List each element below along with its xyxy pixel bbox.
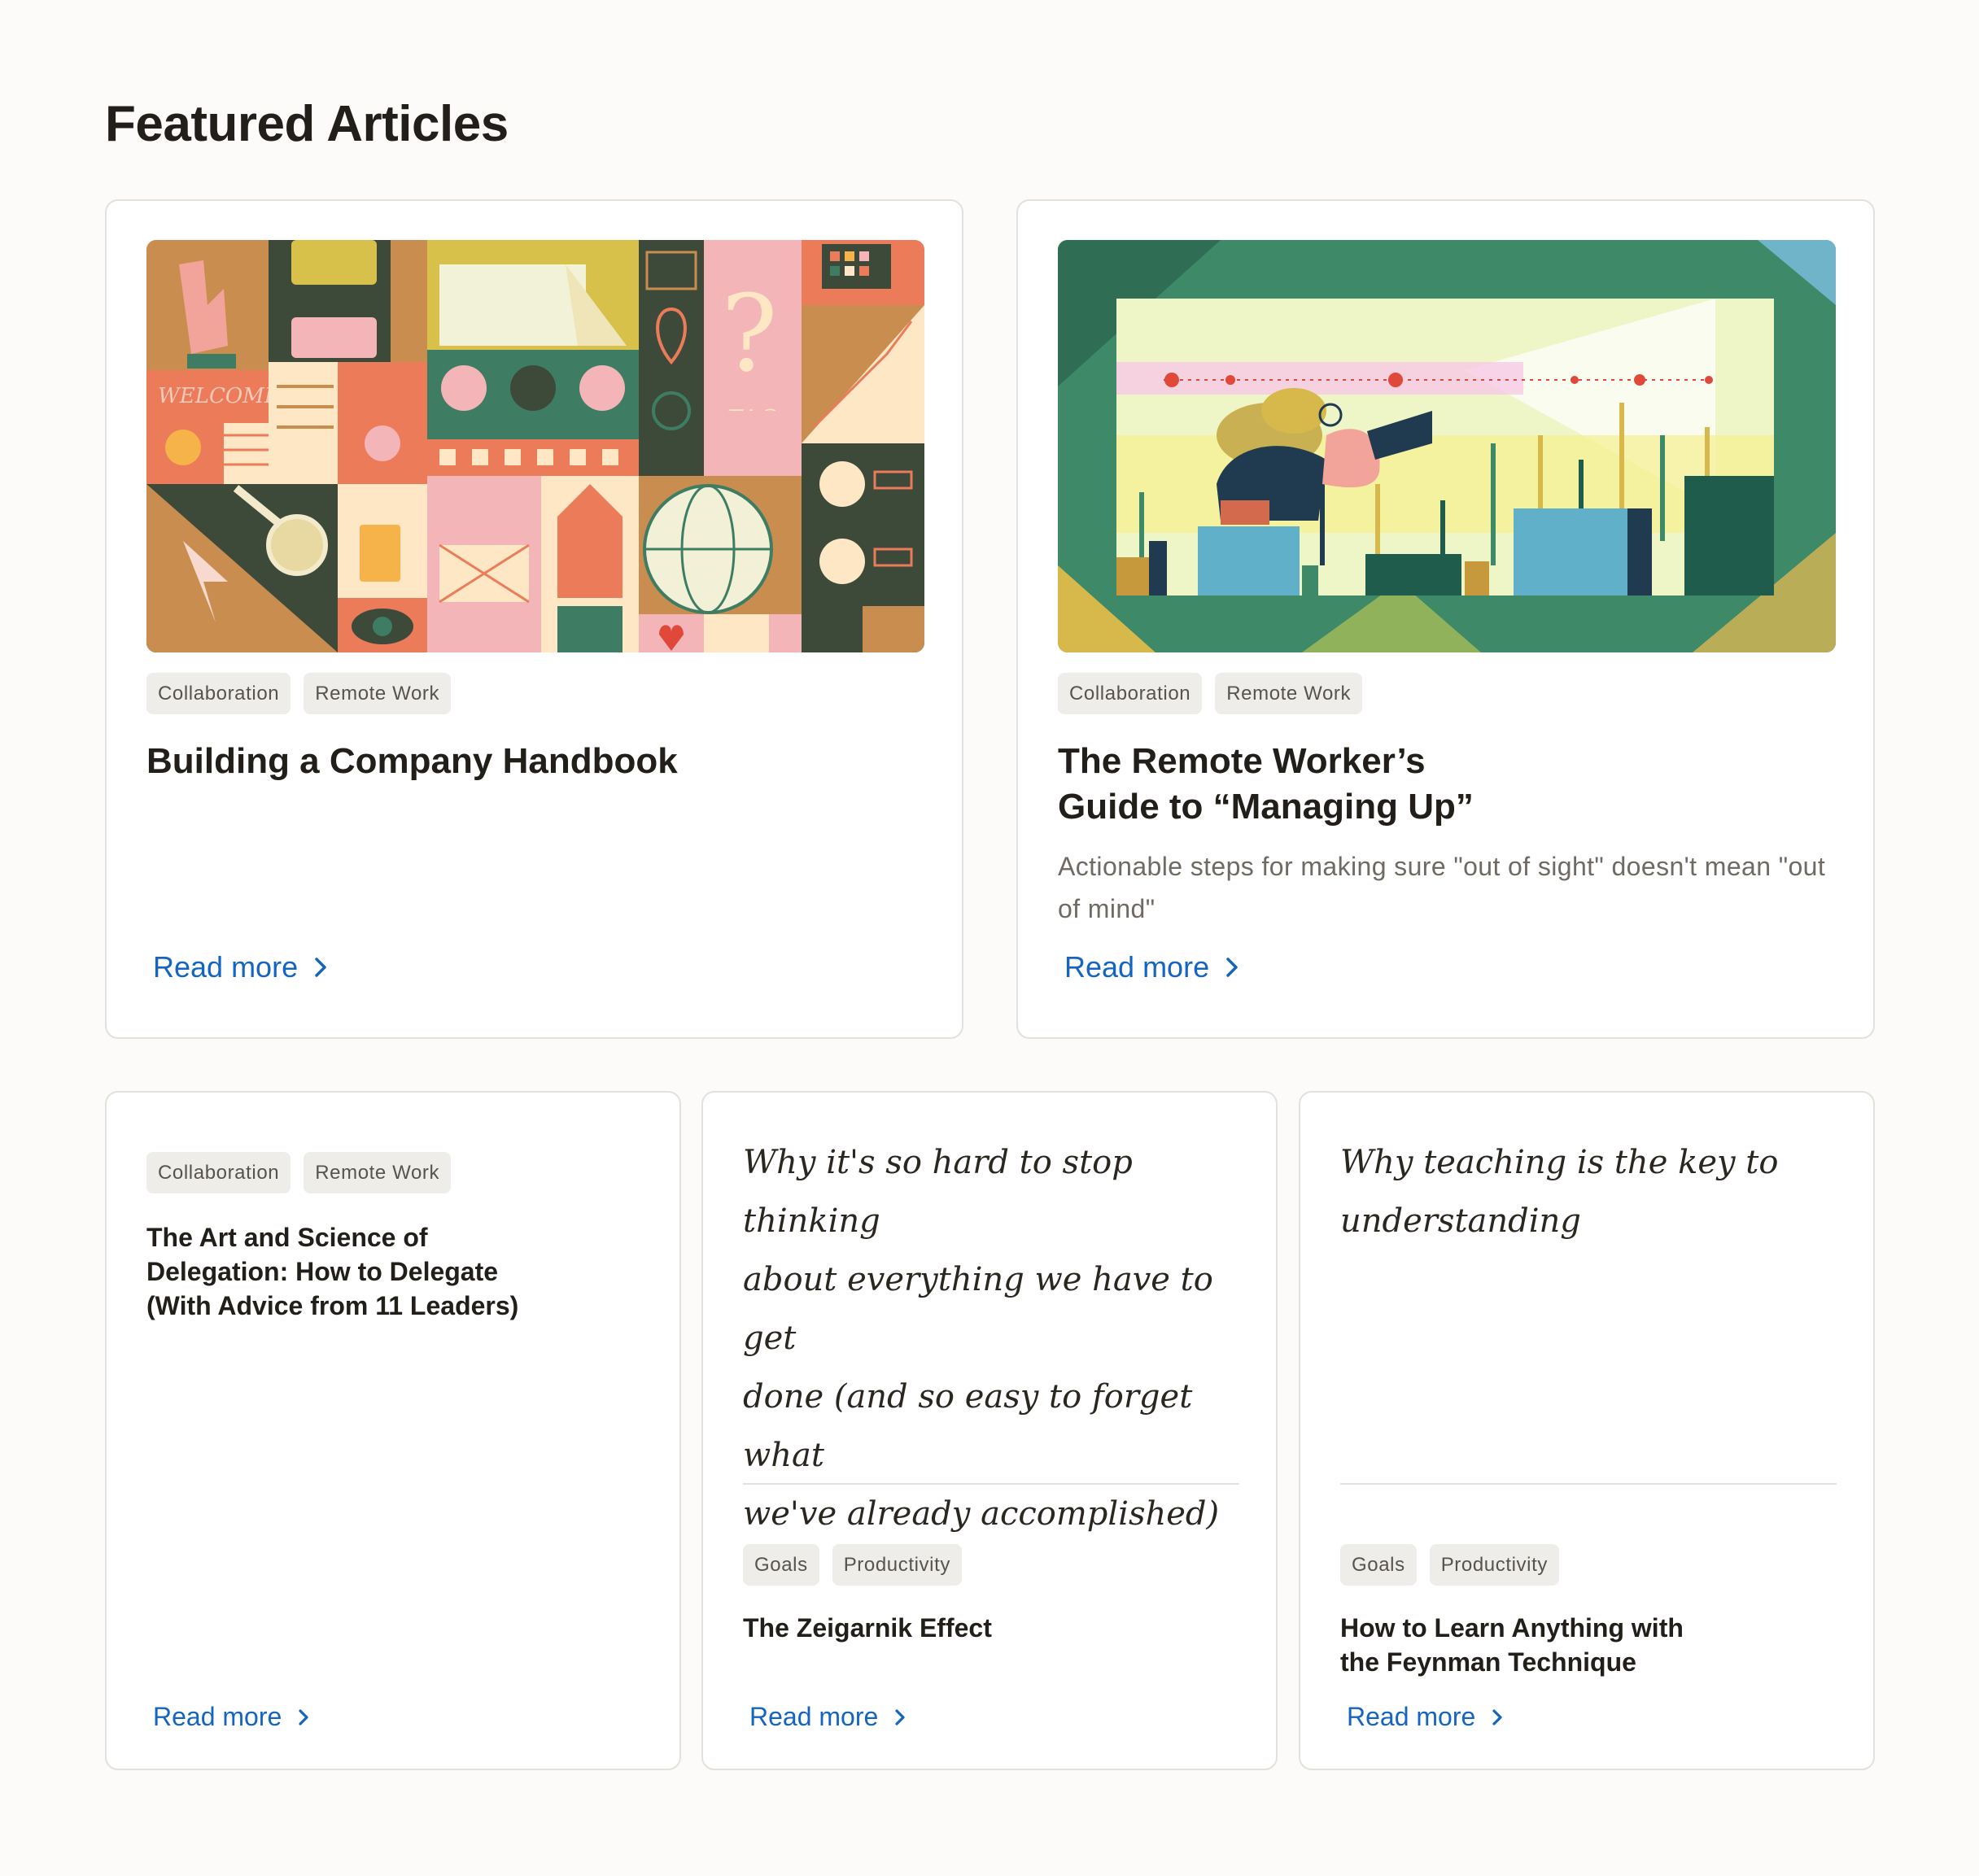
article-title[interactable]: The Zeigarnik Effect	[743, 1611, 992, 1645]
article-title-line: Delegation: How to Delegate	[146, 1257, 499, 1286]
tag-list: Goals Productivity	[743, 1544, 962, 1586]
tag-list: Goals Productivity	[1340, 1544, 1559, 1586]
tag[interactable]: Remote Work	[304, 1152, 452, 1193]
pull-quote-line: Why teaching is the key to	[1340, 1144, 1779, 1181]
read-more-label: Read more	[1064, 950, 1210, 984]
tag[interactable]: Remote Work	[304, 673, 452, 714]
chevron-right-icon	[1226, 958, 1238, 977]
welcome-art-text: WELCOME	[158, 384, 280, 408]
tag[interactable]: Collaboration	[146, 1152, 291, 1193]
article-title-line: (With Advice from 11 Leaders)	[146, 1291, 519, 1320]
article-card-handbook[interactable]: WELCOME ? Collaboration Remote Work Buil…	[105, 199, 963, 1039]
article-title[interactable]: The Remote Worker’s Guide to “Managing U…	[1058, 739, 1474, 830]
tag-list: Collaboration Remote Work	[1058, 673, 1363, 714]
chevron-right-icon	[1492, 1708, 1502, 1725]
pull-quote-line: about everything we have to get	[743, 1261, 1213, 1357]
chevron-right-icon	[299, 1708, 308, 1725]
read-more-label: Read more	[1347, 1702, 1476, 1731]
tag-list: Collaboration Remote Work	[146, 673, 452, 714]
pull-quote-line: understanding	[1340, 1202, 1581, 1240]
divider	[1340, 1483, 1837, 1485]
divider	[743, 1483, 1239, 1485]
article-title-line: The Remote Worker’s	[1058, 741, 1426, 781]
page-title: Featured Articles	[105, 96, 509, 152]
tag[interactable]: Collaboration	[1058, 673, 1203, 714]
article-card-delegation[interactable]: Collaboration Remote Work The Art and Sc…	[105, 1091, 681, 1770]
tag-list: Collaboration Remote Work	[146, 1152, 452, 1193]
pull-quote-line: we've already accomplished)	[743, 1495, 1220, 1533]
chevron-right-icon	[895, 1708, 905, 1725]
article-title[interactable]: How to Learn Anything with the Feynman T…	[1340, 1611, 1684, 1679]
question-art-text: ?	[721, 272, 778, 395]
article-card-managing-up[interactable]: Collaboration Remote Work The Remote Wor…	[1016, 199, 1875, 1039]
tag[interactable]: Collaboration	[146, 673, 291, 714]
handbook-illustration: WELCOME ?	[146, 240, 924, 652]
chevron-right-icon	[315, 958, 326, 977]
read-more-link[interactable]: Read more	[749, 1702, 907, 1732]
article-card-zeigarnik[interactable]: Why it's so hard to stop thinking about …	[701, 1091, 1278, 1770]
read-more-link[interactable]: Read more	[1064, 950, 1240, 984]
read-more-link[interactable]: Read more	[153, 1702, 311, 1732]
article-title-line: Guide to “Managing Up”	[1058, 787, 1474, 827]
article-card-feynman[interactable]: Why teaching is the key to understanding…	[1299, 1091, 1875, 1770]
article-title-line: How to Learn Anything with	[1340, 1613, 1684, 1643]
pull-quote-line: done (and so easy to forget what	[743, 1378, 1193, 1474]
tag[interactable]: Goals	[1340, 1544, 1417, 1586]
article-title-line: The Art and Science of	[146, 1223, 428, 1252]
article-description: Actionable steps for making sure "out of…	[1058, 852, 1826, 923]
pull-quote-line: Why it's so hard to stop thinking	[743, 1144, 1133, 1240]
pull-quote: Why it's so hard to stop thinking about …	[743, 1133, 1247, 1543]
read-more-label: Read more	[749, 1702, 879, 1731]
pull-quote: Why teaching is the key to understanding	[1340, 1133, 1845, 1250]
read-more-link[interactable]: Read more	[153, 950, 329, 984]
tag[interactable]: Remote Work	[1215, 673, 1363, 714]
read-more-link[interactable]: Read more	[1347, 1702, 1505, 1732]
article-title[interactable]: Building a Company Handbook	[146, 739, 678, 784]
article-title-line: the Feynman Technique	[1340, 1647, 1636, 1677]
tag[interactable]: Goals	[743, 1544, 819, 1586]
tag[interactable]: Productivity	[832, 1544, 962, 1586]
managing-up-illustration	[1058, 240, 1836, 652]
tag[interactable]: Productivity	[1429, 1544, 1559, 1586]
read-more-label: Read more	[153, 1702, 282, 1731]
read-more-label: Read more	[153, 950, 299, 984]
article-title[interactable]: The Art and Science of Delegation: How t…	[146, 1220, 518, 1323]
